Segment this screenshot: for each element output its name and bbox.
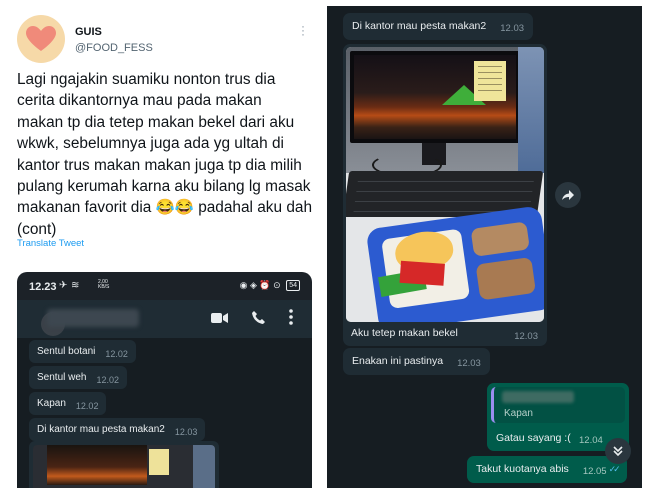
message-outgoing[interactable]: Takut kuotanya abis 12.05 ✓✓ [467, 456, 627, 483]
message-text: Di kantor mau pesta makan2 [352, 20, 487, 32]
reply-message-outgoing[interactable]: Kapan Gatau sayang :( 12.04 [487, 383, 629, 451]
status-time: 12.23 [29, 281, 57, 293]
status-bar: 12.23 ✈ ≋ 2,00 KB/S ◉ ◈ ⏰ ⊙ 54 [17, 272, 312, 300]
lunchbox-desk-photo [346, 47, 544, 322]
image-message[interactable] [29, 441, 219, 488]
message-incoming[interactable]: Di kantor mau pesta makan2 12.03 [343, 13, 534, 40]
message-text: Sentul botani [37, 346, 96, 357]
message-text: Sentul weh [37, 372, 87, 383]
desk-photo-thumbnail [33, 445, 215, 488]
quoted-message[interactable]: Kapan [491, 387, 625, 423]
network-speed-label: 2,00 KB/S [98, 279, 110, 290]
chat-screenshot-left[interactable]: 12.23 ✈ ≋ 2,00 KB/S ◉ ◈ ⏰ ⊙ 54 Sentul bo… [17, 272, 312, 488]
read-ticks-icon: ✓✓ [608, 464, 621, 474]
sticky-note [149, 449, 169, 475]
translate-tweet-link[interactable]: Translate Tweet [17, 238, 84, 249]
message-text: Di kantor mau pesta makan2 [37, 424, 165, 435]
message-text: Gatau sayang :( [496, 432, 571, 444]
message-text: Takut kuotanya abis [476, 463, 569, 475]
message-incoming[interactable]: Kapan 12.02 [29, 392, 107, 415]
message-time: 12.05 [582, 466, 607, 477]
forward-share-button[interactable] [555, 182, 581, 208]
message-incoming[interactable]: Sentul weh 12.02 [29, 366, 128, 389]
message-text: Kapan [37, 398, 66, 409]
monitor-wallpaper [47, 445, 147, 485]
message-time: 12.04 [579, 435, 603, 446]
status-right-icons: ◉ ◈ ⏰ ⊙ 54 [240, 280, 300, 291]
quoted-author-blurred [502, 391, 574, 403]
chat-screenshot-right[interactable]: Di kantor mau pesta makan2 12.03 Aku tet… [327, 6, 642, 488]
quoted-text: Kapan [504, 408, 533, 419]
video-call-icon[interactable] [211, 312, 228, 324]
message-time: 12.03 [500, 23, 525, 34]
wifi-icon: ≋ [71, 280, 80, 291]
message-incoming[interactable]: Enakan ini pastinya 12.03 [343, 348, 490, 375]
side-monitor [518, 47, 544, 173]
tweet-card: GUIS @FOOD_FESS · · · Lagi ngajakin suamik… [0, 0, 325, 488]
sticky-note [474, 61, 506, 101]
tweet-text: Lagi ngajakin suamiku nonton trus dia ce… [17, 71, 313, 238]
message-time: 12.03 [457, 358, 481, 369]
airplane-icon: ✈ [59, 280, 68, 291]
signal-icon: ◉ ◈ ⏰ ⊙ [239, 280, 281, 290]
author-handle[interactable]: @FOOD_FESS [75, 42, 153, 54]
phone-call-icon[interactable] [251, 310, 266, 325]
message-time: 12.03 [514, 331, 538, 342]
screenshot-root: GUIS @FOOD_FESS · · · Lagi ngajakin suamik… [0, 0, 650, 488]
contact-name-blurred[interactable] [47, 309, 139, 327]
message-incoming[interactable]: Di kantor mau pesta makan2 12.03 [29, 418, 206, 441]
message-text: Enakan ini pastinya [352, 355, 444, 367]
scroll-down-button[interactable] [605, 438, 631, 464]
heart-logo-icon [26, 26, 56, 51]
chat-area[interactable]: Sentul botani 12.02 Sentul weh 12.02 Kapan… [17, 338, 312, 488]
side-dish [475, 256, 537, 301]
sauce-sachet [399, 260, 445, 286]
forward-share-icon [562, 190, 574, 200]
message-incoming[interactable]: Sentul botani 12.02 [29, 340, 136, 363]
message-time: 12.03 [174, 427, 198, 437]
author-name[interactable]: GUIS [75, 26, 102, 38]
message-time: 12.02 [105, 349, 128, 359]
side-monitor [193, 445, 215, 488]
chat-header [17, 300, 312, 338]
message-time: 12.02 [75, 401, 99, 411]
vertical-menu-icon[interactable] [289, 309, 293, 325]
battery-indicator: 54 [286, 280, 300, 291]
network-speed: 2,00 KB/S [98, 280, 109, 290]
more-dots-icon[interactable]: · · · [300, 20, 306, 40]
scroll-down-icon [613, 446, 623, 457]
message-time: 12.02 [96, 375, 120, 385]
photo-caption: Aku tetep makan bekel [351, 327, 458, 339]
image-message[interactable]: Aku tetep makan bekel 12.03 [343, 44, 547, 346]
side-dish [470, 221, 530, 257]
avatar[interactable] [17, 15, 65, 63]
